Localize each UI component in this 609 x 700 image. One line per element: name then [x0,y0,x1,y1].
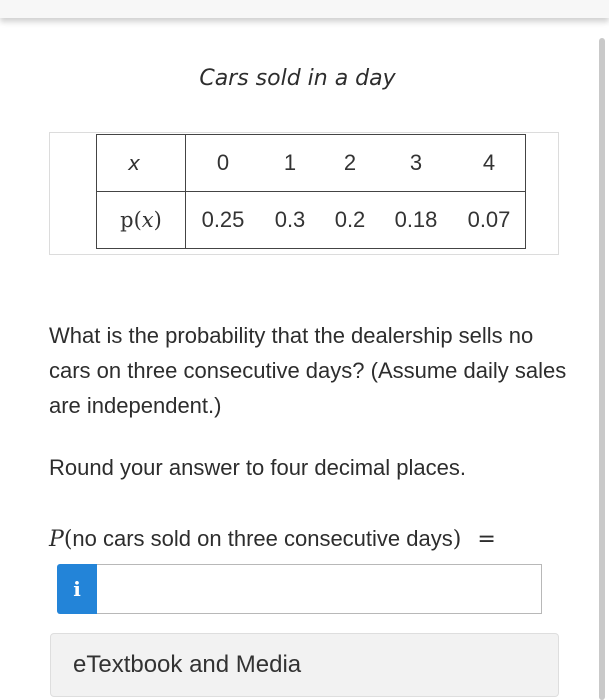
x-value: 0 [216,150,230,175]
px-header: p(x) [96,191,186,249]
p-value: 0.07 [467,207,511,232]
question-text: What is the probability that the dealers… [49,323,567,418]
x-header: x [96,134,186,192]
info-icon[interactable]: i [57,564,97,614]
x-values-cell: 0 1 2 3 4 [185,134,526,192]
top-header-bar [0,0,609,18]
p-value: 0.3 [274,207,306,232]
p-values-cell: 0.25 0.3 0.2 0.18 0.07 [185,191,526,249]
table-caption: Cars sold in a day [199,66,396,91]
x-value: 4 [482,150,496,175]
px-row: p(x) 0.25 0.3 0.2 0.18 0.07 [96,191,526,249]
x-value: 2 [343,150,357,175]
x-value: 1 [283,150,297,175]
p-value: 0.2 [334,207,366,232]
etextbook-and-media-button[interactable]: eTextbook and Media [50,633,559,697]
x-value: 3 [409,150,423,175]
p-value: 0.18 [394,207,438,232]
answer-label: P(no cars sold on three consecutive days… [49,526,496,552]
answer-input[interactable] [97,564,542,614]
x-row: x 0 1 2 3 4 [96,134,526,192]
p-value: 0.25 [201,207,245,232]
probability-distribution-table: x 0 1 2 3 4 p(x) 0.25 0.3 0.2 0.18 0.07 [96,134,526,249]
vertical-scrollbar[interactable] [599,38,605,700]
rounding-instruction: Round your answer to four decimal places… [49,455,466,480]
